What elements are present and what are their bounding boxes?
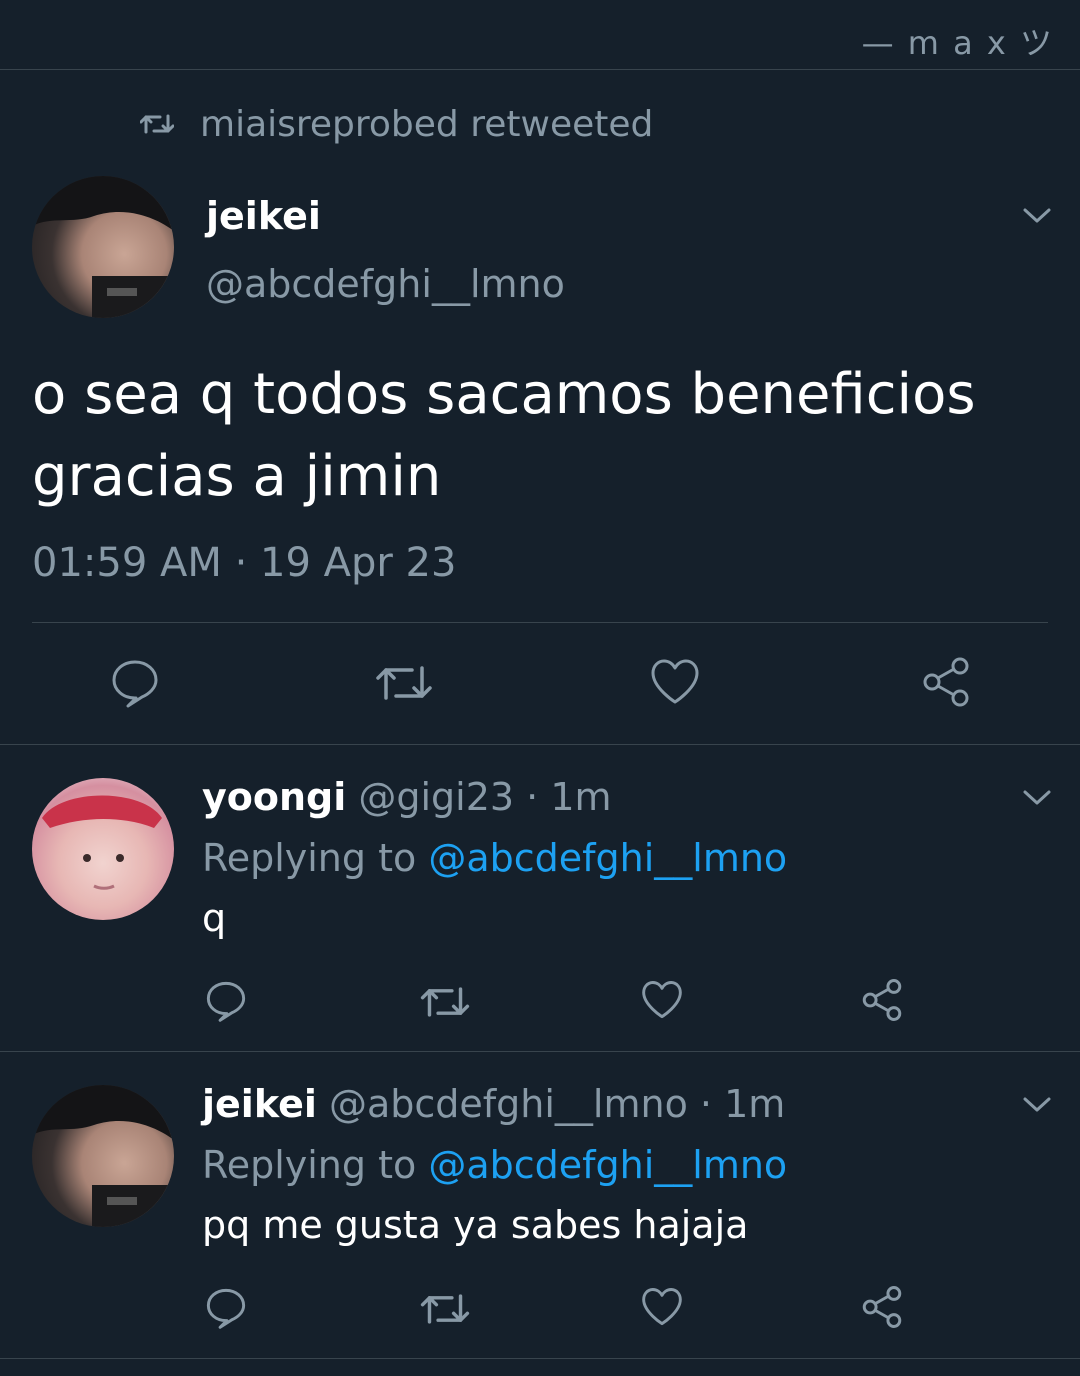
tweet-text-line1: o sea q todos sacamos beneficios <box>32 362 976 427</box>
section-divider <box>0 1051 1080 1052</box>
like-icon[interactable] <box>641 1287 683 1327</box>
watermark: — m a x ツ <box>861 24 1054 62</box>
reply-header: yoongi @gigi23 · 1m <box>202 775 612 819</box>
replying-to: Replying to @abcdefghi__lmno <box>202 836 787 880</box>
retweet-banner-text[interactable]: miaisreprobed retweeted <box>200 104 653 145</box>
replying-to: Replying to @abcdefghi__lmno <box>202 1143 787 1187</box>
chevron-down-icon[interactable] <box>1022 205 1052 225</box>
avatar[interactable] <box>32 1085 174 1227</box>
chevron-down-icon[interactable] <box>1022 787 1052 807</box>
display-name[interactable]: jeikei <box>206 194 321 238</box>
like-icon[interactable] <box>641 980 683 1020</box>
reply-display-name[interactable]: yoongi <box>202 775 346 819</box>
reply-handle[interactable]: @gigi23 <box>358 775 514 819</box>
reply-header: jeikei @abcdefghi__lmno · 1m <box>202 1082 785 1126</box>
reply-time[interactable]: · 1m <box>526 775 611 819</box>
section-divider <box>0 1358 1080 1359</box>
retweet-icon[interactable] <box>375 660 433 706</box>
replying-prefix: Replying to <box>202 1143 417 1187</box>
share-icon[interactable] <box>920 656 972 708</box>
retweet-icon[interactable] <box>420 982 470 1022</box>
reply-icon[interactable] <box>205 1287 247 1329</box>
top-divider <box>0 69 1080 70</box>
avatar[interactable] <box>32 176 174 318</box>
reply-handle[interactable]: @abcdefghi__lmno <box>329 1082 688 1126</box>
chevron-down-icon[interactable] <box>1022 1094 1052 1114</box>
like-icon[interactable] <box>650 658 700 706</box>
timestamp[interactable]: 01:59 AM · 19 Apr 23 <box>32 540 456 586</box>
section-divider <box>0 744 1080 745</box>
avatar[interactable] <box>32 778 174 920</box>
handle[interactable]: @abcdefghi__lmno <box>206 262 565 306</box>
retweet-icon[interactable] <box>420 1289 470 1329</box>
reply-time[interactable]: · 1m <box>700 1082 785 1126</box>
reply-display-name[interactable]: jeikei <box>202 1082 317 1126</box>
share-icon[interactable] <box>860 978 904 1022</box>
reply-icon[interactable] <box>110 658 160 708</box>
reply-text: pq me gusta ya sabes hajaja <box>202 1203 749 1247</box>
main-tweet-divider <box>32 622 1048 623</box>
share-icon[interactable] <box>860 1285 904 1329</box>
tweet-text-line2: gracias a jimin <box>32 444 442 509</box>
replying-to-link[interactable]: @abcdefghi__lmno <box>428 1143 787 1187</box>
replying-to-link[interactable]: @abcdefghi__lmno <box>428 836 787 880</box>
reply-icon[interactable] <box>205 980 247 1022</box>
reply-text: q <box>202 896 227 940</box>
retweet-icon <box>140 110 174 138</box>
replying-prefix: Replying to <box>202 836 417 880</box>
